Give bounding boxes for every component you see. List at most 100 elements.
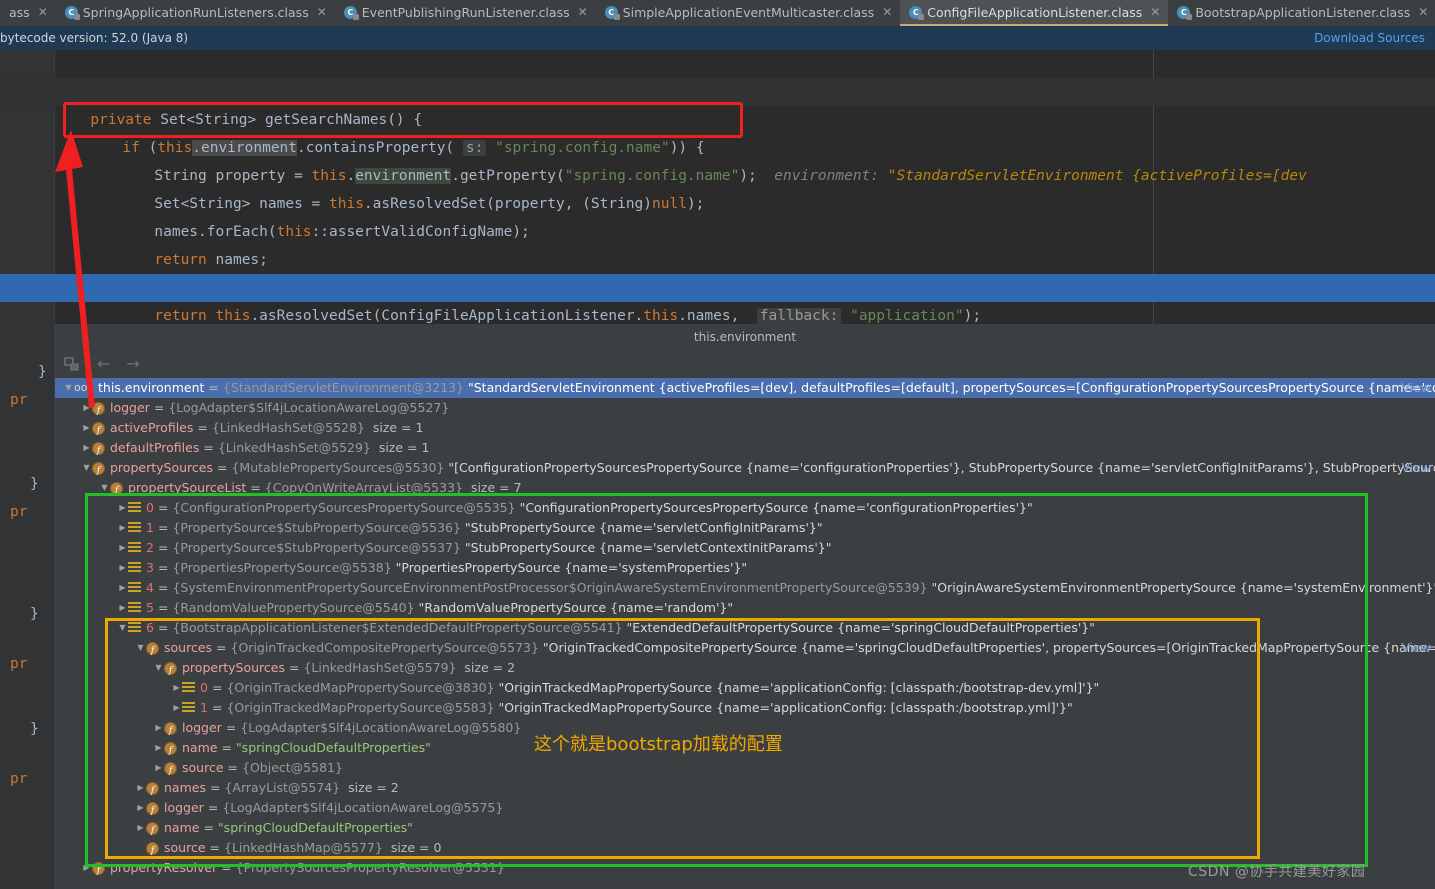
expand-toggle-closed[interactable]: ▶ <box>81 438 92 458</box>
variable-name: 0 <box>200 680 208 695</box>
tab-2[interactable]: C EventPublishingRunListener.class ✕ <box>335 0 596 26</box>
variable-name: logger <box>110 400 150 415</box>
expand-toggle-closed[interactable]: ▶ <box>135 778 146 798</box>
variable-ref: {PropertiesPropertySource@5538} <box>172 560 392 575</box>
variable-value: "StandardServletEnvironment {activeProfi… <box>464 380 1435 395</box>
variable-ref: {LogAdapter$Slf4jLocationAwareLog@5580} <box>240 720 522 735</box>
tree-row[interactable]: ▼ propertySources={MutablePropertySources… <box>55 458 1435 481</box>
equals-sign: = <box>250 480 261 495</box>
gutter-fragment-3: } <box>30 476 39 492</box>
expand-toggle-closed[interactable]: ▶ <box>153 758 164 778</box>
view-link[interactable]: View <box>1397 458 1431 478</box>
variable-name: propertySources <box>110 460 213 475</box>
tree-row[interactable]: ▼ oo this.environment = {StandardServletEnvi… <box>55 378 1435 398</box>
tree-row[interactable]: ▶ 3 = {PropertiesPropertySource@5538} "Prop… <box>55 558 1435 578</box>
field-icon <box>92 421 105 441</box>
variable-size: size = 7 <box>463 480 522 495</box>
expand-toggle-closed[interactable]: ▶ <box>117 558 128 578</box>
variable-ref: {LinkedHashSet@5579} <box>303 660 457 675</box>
equals-sign: = <box>208 380 219 395</box>
equals-sign: = <box>225 720 237 735</box>
variables-tree[interactable]: ▼ oo this.environment = {StandardServletEnvi… <box>55 378 1435 889</box>
arrow-right-icon[interactable]: → <box>126 356 139 372</box>
variable-ref: {OriginTrackedCompositePropertySource@55… <box>230 640 539 655</box>
tree-row[interactable]: ▶ activeProfiles={LinkedHashSet@5528} siz… <box>55 418 1435 441</box>
expand-toggle-open[interactable]: ▼ <box>117 618 128 638</box>
tree-row[interactable]: ▶ 1 = {OriginTrackedMapPropertySource@5583}… <box>55 698 1435 718</box>
tree-row[interactable]: ▶ 1 = {PropertySource$StubPropertySource@55… <box>55 518 1435 538</box>
tree-row[interactable]: ▼ propertySourceList={CopyOnWriteArrayLis… <box>55 478 1435 501</box>
expand-toggle-closed[interactable]: ▶ <box>171 698 182 718</box>
variable-ref: {SystemEnvironmentPropertySourceEnvironm… <box>172 580 928 595</box>
tab-3[interactable]: C SimpleApplicationEventMulticaster.clas… <box>596 0 901 26</box>
field-icon <box>164 721 177 741</box>
tree-row[interactable]: ▶ 4 = {SystemEnvironmentPropertySourceEnvir… <box>55 578 1435 598</box>
expand-toggle-closed[interactable]: ▶ <box>117 598 128 618</box>
variable-ref: {PropertySourcesPropertyResolver@5531} <box>235 860 505 875</box>
tree-row[interactable]: ▼ 6 = {BootstrapApplicationListener$Extende… <box>55 618 1435 638</box>
java-class-icon: C <box>1177 5 1193 20</box>
tree-row[interactable]: ▶ defaultProfiles={LinkedHashSet@5529} si… <box>55 438 1435 461</box>
expand-toggle-closed[interactable]: ▶ <box>153 718 164 738</box>
tree-row[interactable]: ▼ propertySources={LinkedHashSet@5579} si… <box>55 658 1435 681</box>
expand-toggle-closed[interactable]: ▶ <box>81 418 92 438</box>
expand-toggle-closed[interactable]: ▶ <box>135 798 146 818</box>
view-link[interactable]: View <box>1397 378 1431 398</box>
tab-4-active[interactable]: C ConfigFileApplicationListener.class ✕ <box>900 0 1169 26</box>
close-icon[interactable]: ✕ <box>317 5 327 19</box>
view-link[interactable]: View <box>1397 638 1431 658</box>
field-icon <box>146 841 159 861</box>
tab-1[interactable]: C SpringApplicationRunListeners.class ✕ <box>56 0 335 26</box>
close-icon[interactable]: ✕ <box>578 5 588 19</box>
tab-0[interactable]: ass ✕ <box>0 0 56 26</box>
close-icon[interactable]: ✕ <box>1150 5 1160 19</box>
tree-row[interactable]: ▶ name="springCloudDefaultProperties" <box>55 818 1435 841</box>
variable-string-value: "springCloudDefaultProperties" <box>217 820 413 835</box>
expand-toggle-closed[interactable]: ▶ <box>117 498 128 518</box>
variable-size: size = 1 <box>364 420 424 435</box>
tree-row[interactable]: ▶ 0 = {ConfigurationPropertySourcesProperty… <box>55 498 1435 518</box>
equals-sign: = <box>157 600 169 615</box>
equals-sign: = <box>157 620 169 635</box>
field-icon <box>92 441 105 461</box>
expand-toggle-closed[interactable]: ▶ <box>135 818 146 838</box>
tree-row[interactable]: source= {LinkedHashMap@5577} size = 0 <box>55 838 1435 861</box>
close-icon[interactable]: ✕ <box>882 5 892 19</box>
tree-row[interactable]: ▶ source= {Object@5581} <box>55 758 1435 781</box>
variable-value: "OriginTrackedMapPropertySource {name='a… <box>494 700 1073 715</box>
expand-toggle-open[interactable]: ▼ <box>135 638 146 658</box>
tree-row[interactable]: ▶ 5 = {RandomValuePropertySource@5540} "Ran… <box>55 598 1435 618</box>
expand-toggle-closed[interactable]: ▶ <box>81 858 92 878</box>
variable-ref: {PropertySource$StubPropertySource@5537} <box>172 540 461 555</box>
array-item-icon <box>128 522 141 534</box>
tree-row[interactable]: ▶ 0 = {OriginTrackedMapPropertySource@3830}… <box>55 678 1435 698</box>
close-icon[interactable]: ✕ <box>38 5 48 19</box>
tree-row[interactable]: ▶logger={LogAdapter$Slf4jLocationAwareLo… <box>55 398 1435 421</box>
expand-toggle-closed[interactable]: ▶ <box>117 578 128 598</box>
tree-row[interactable]: ▼ sources={OriginTrackedCompositeProperty… <box>55 638 1435 661</box>
expand-toggle-open[interactable]: ▼ <box>81 458 92 478</box>
close-icon[interactable]: ✕ <box>1418 5 1428 19</box>
gutter-fragment-6: pr <box>10 656 28 672</box>
equals-sign: = <box>157 560 169 575</box>
field-icon <box>92 861 105 881</box>
tree-row[interactable]: ▶logger={LogAdapter$Slf4jLocationAwareLo… <box>55 798 1435 821</box>
field-icon <box>164 741 177 761</box>
expand-toggle-open[interactable]: ▼ <box>99 478 110 498</box>
expand-toggle-closed[interactable]: ▶ <box>117 518 128 538</box>
tab-label: ConfigFileApplicationListener.class <box>927 4 1143 20</box>
variable-name: logger <box>182 720 222 735</box>
tree-row[interactable]: ▶ 2 = {PropertySource$StubPropertySource@55… <box>55 538 1435 558</box>
expand-toggle-closed[interactable]: ▶ <box>117 538 128 558</box>
field-icon <box>146 781 159 801</box>
download-sources-link[interactable]: Download Sources <box>1314 31 1425 45</box>
expand-toggle-closed[interactable]: ▶ <box>171 678 182 698</box>
tab-5[interactable]: C BootstrapApplicationListener.class ✕ <box>1168 0 1435 26</box>
gutter-fragment-2: pr <box>10 392 28 408</box>
expand-toggle-open[interactable]: ▼ <box>153 658 164 678</box>
java-class-icon: C <box>909 5 925 20</box>
expand-toggle-closed[interactable]: ▶ <box>153 738 164 758</box>
array-item-icon <box>182 702 195 714</box>
tree-row[interactable]: ▶ names={ArrayList@5574} size = 2 <box>55 778 1435 801</box>
variable-ref: {RandomValuePropertySource@5540} <box>172 600 415 615</box>
